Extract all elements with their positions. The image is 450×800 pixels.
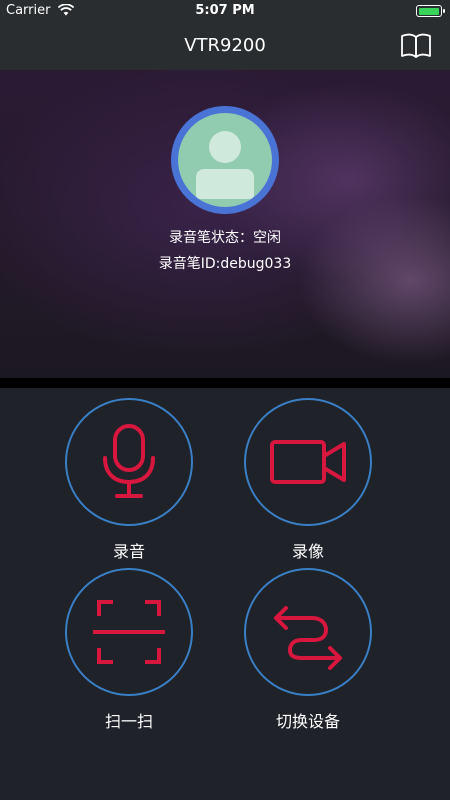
- user-avatar-icon: [171, 106, 279, 214]
- avatar-head: [209, 131, 241, 163]
- device-id-text: 录音笔ID:debug033: [158, 256, 292, 272]
- divider: [0, 378, 450, 388]
- switch-device-label: 切换设备: [275, 712, 340, 731]
- action-grid: 录音 录像 扫一扫 切换设备: [0, 388, 450, 800]
- nav-bar: VTR9200: [0, 22, 450, 70]
- page-title: VTR9200: [184, 35, 266, 56]
- battery-icon: [416, 5, 445, 17]
- device-status-text: 录音笔状态：空闲: [169, 230, 281, 246]
- book-icon[interactable]: [400, 33, 432, 59]
- switch-device-button[interactable]: 切换设备: [244, 568, 372, 731]
- switch-device-icon: [274, 606, 342, 670]
- record-video-label: 录像: [291, 542, 324, 561]
- record-video-button[interactable]: 录像: [244, 398, 372, 561]
- video-camera-icon: [270, 440, 346, 484]
- microphone-icon: [103, 424, 155, 498]
- avatar: [178, 113, 272, 207]
- scan-label: 扫一扫: [104, 712, 153, 731]
- device-info-panel: 录音笔状态：空闲 录音笔ID:debug033: [0, 70, 450, 378]
- status-bar: Carrier 5:07 PM: [0, 0, 450, 22]
- avatar-body: [196, 169, 254, 199]
- battery-level-fill: [418, 7, 439, 15]
- clock: 5:07 PM: [195, 3, 255, 18]
- scan-icon: [93, 600, 165, 664]
- scan-button[interactable]: 扫一扫: [65, 568, 193, 731]
- record-audio-label: 录音: [112, 542, 145, 561]
- record-audio-button[interactable]: 录音: [65, 398, 193, 561]
